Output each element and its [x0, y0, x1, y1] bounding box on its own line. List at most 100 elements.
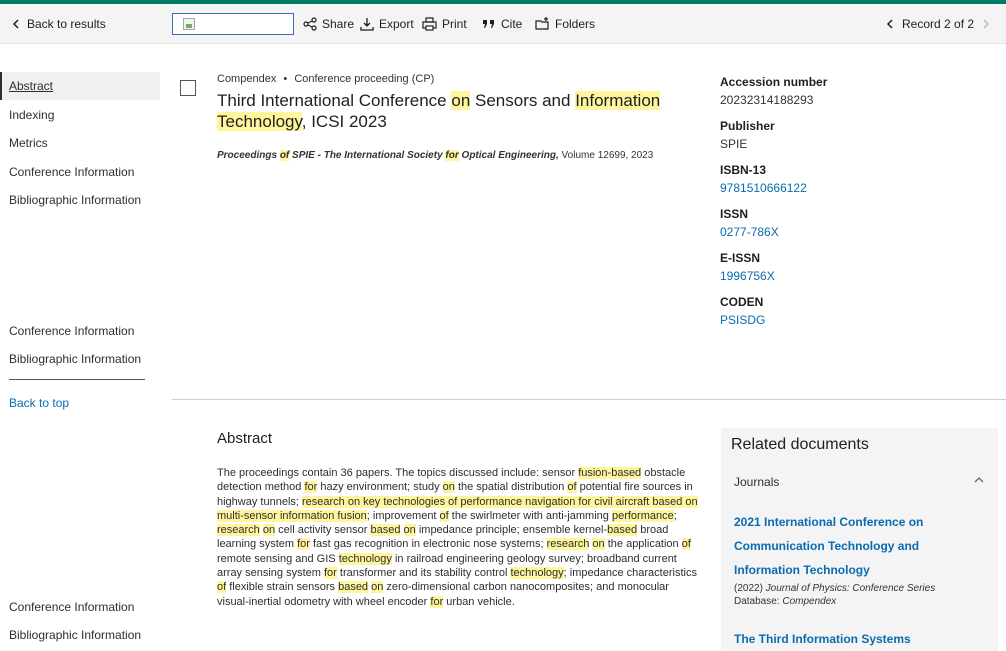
section-divider: [172, 399, 1006, 400]
sidebar-item-bibliographic-information[interactable]: Bibliographic Information: [0, 621, 160, 649]
journals-toggle[interactable]: Journals: [734, 475, 779, 489]
abstract-segment: transformer and its stability control: [336, 567, 511, 580]
related-document-source: (2022) Journal of Physics: Conference Se…: [734, 582, 935, 595]
related-document-link[interactable]: 2021 International Conference on Communi…: [734, 510, 974, 582]
sidebar-item-abstract[interactable]: Abstract: [0, 72, 160, 100]
publisher-value: SPIE: [720, 137, 748, 151]
folders-button[interactable]: Folders: [535, 4, 595, 44]
record-meta: Compendex • Conference proceeding (CP): [217, 73, 434, 85]
proceedings-source: Proceedings of SPIE - The International …: [217, 150, 653, 161]
sidebar-item-conference-information[interactable]: Conference Information: [0, 593, 160, 621]
abstract-highlight: for: [304, 481, 318, 494]
abstract-highlight: technology: [338, 552, 392, 565]
chevron-left-icon[interactable]: [884, 18, 896, 30]
abstract-segment: fast gas recognition in electronic nose …: [309, 538, 547, 551]
proc-text: Optical Engineering,: [458, 150, 559, 161]
related-document-database: Database: Compendex: [734, 596, 836, 607]
eissn-link[interactable]: 1996756X: [720, 268, 990, 284]
related-documents-panel: Related documents Journals 2021 Internat…: [721, 428, 998, 651]
coden-link[interactable]: PSISDG: [720, 312, 990, 328]
toolbar: Back to results Share Export Print Cite …: [0, 4, 1006, 44]
abstract-highlight: research: [217, 524, 260, 537]
select-record-checkbox[interactable]: [180, 80, 196, 96]
abstract-segment: the swirlmeter with anti-jamming: [448, 509, 612, 522]
proc-text: SPIE - The International Society: [289, 150, 446, 161]
database-label: Database:: [734, 596, 783, 607]
download-icon: [360, 18, 374, 31]
abstract-segment: hazy environment; study: [317, 481, 443, 494]
abstract-segment: urban vehicle.: [443, 595, 515, 608]
abstract-highlight: for: [430, 595, 444, 608]
coden-label: CODEN: [720, 295, 764, 309]
abstract-highlight: for: [323, 567, 337, 580]
export-button[interactable]: Export: [360, 4, 414, 44]
sidebar-item-conference-information[interactable]: Conference Information: [0, 317, 160, 345]
abstract-highlight: of: [439, 509, 449, 522]
share-icon: [303, 17, 317, 31]
export-label: Export: [379, 17, 414, 31]
back-to-top-link[interactable]: Back to top: [9, 396, 69, 410]
abstract-segment: cell activity sensor: [275, 524, 371, 537]
issn-link[interactable]: 0277-786X: [720, 224, 990, 240]
abstract-segment: ; impedance characteristics: [563, 567, 697, 580]
proc-text: Proceedings: [217, 150, 280, 161]
broken-image-placeholder: [172, 13, 294, 35]
abstract-segment: the application: [604, 538, 682, 551]
source-database: Compendex: [217, 73, 277, 85]
abstract-segment: impedance principle; ensemble kernel-: [415, 524, 608, 537]
sidebar-item-bibliographic-information[interactable]: Bibliographic Information: [0, 345, 160, 373]
sidebar-item-indexing[interactable]: Indexing: [0, 101, 160, 129]
issn-label: ISSN: [720, 207, 749, 221]
folder-add-icon: [535, 17, 549, 30]
eissn-label: E-ISSN: [720, 251, 761, 265]
sidebar-item-metrics[interactable]: Metrics: [0, 129, 160, 157]
record-navigation: Record 2 of 2: [884, 4, 992, 44]
related-documents-heading: Related documents: [731, 436, 869, 453]
abstract-highlight: on: [371, 581, 384, 594]
abstract-heading: Abstract: [217, 430, 273, 447]
abstract-text: The proceedings contain 36 papers. The t…: [217, 466, 699, 609]
abstract-highlight: technology: [510, 567, 564, 580]
abstract-highlight: based: [607, 524, 638, 537]
title-text: , ICSI 2023: [301, 112, 387, 131]
sidebar-item-bibliographic-information[interactable]: Bibliographic Information: [0, 186, 160, 214]
proc-highlight: for: [445, 150, 459, 161]
chevron-right-icon[interactable]: [980, 18, 992, 30]
meta-separator: •: [283, 73, 288, 85]
folders-label: Folders: [555, 17, 596, 31]
related-document-journal: Journal of Physics: Conference Series: [762, 583, 936, 594]
chevron-left-icon: [12, 19, 19, 29]
broken-image-icon: [183, 18, 195, 30]
accession-number-label: Accession number: [720, 75, 828, 89]
abstract-segment: flexible strain sensors: [226, 581, 339, 594]
title-text: Third International Conference: [217, 91, 452, 110]
isbn-link[interactable]: 9781510666122: [720, 180, 990, 196]
abstract-highlight: on: [442, 481, 455, 494]
print-button[interactable]: Print: [422, 4, 467, 44]
share-button[interactable]: Share: [303, 4, 354, 44]
abstract-highlight: for: [297, 538, 310, 551]
abstract-highlight: performance: [611, 509, 674, 522]
sidebar-divider: [9, 379, 145, 380]
back-to-results-button[interactable]: Back to results: [10, 4, 106, 44]
abstract-segment: The proceedings contain 36 papers. The t…: [217, 467, 579, 479]
cite-button[interactable]: Cite: [482, 4, 522, 44]
accession-number-value: 20232314188293: [720, 93, 814, 107]
sidebar-item-conference-information[interactable]: Conference Information: [0, 158, 160, 186]
proc-highlight: of: [279, 150, 290, 161]
abstract-highlight: based: [370, 524, 401, 537]
related-document-link[interactable]: The Third Information Systems: [734, 632, 911, 646]
chevron-up-icon[interactable]: [974, 476, 984, 487]
title-text: Sensors and: [470, 91, 576, 110]
abstract-segment: ; improvement: [366, 509, 440, 522]
abstract-highlight: of: [681, 538, 691, 551]
record-details-panel: Accession number 20232314188293 Publishe…: [720, 74, 990, 338]
cite-label: Cite: [501, 17, 523, 31]
database-value: Compendex: [782, 596, 837, 607]
isbn-label: ISBN-13: [720, 163, 767, 177]
abstract-highlight: on: [403, 524, 416, 537]
abstract-highlight: on: [592, 538, 605, 551]
abstract-segment: ;: [673, 509, 677, 522]
quote-icon: [483, 20, 494, 28]
abstract-highlight: of: [217, 581, 227, 594]
